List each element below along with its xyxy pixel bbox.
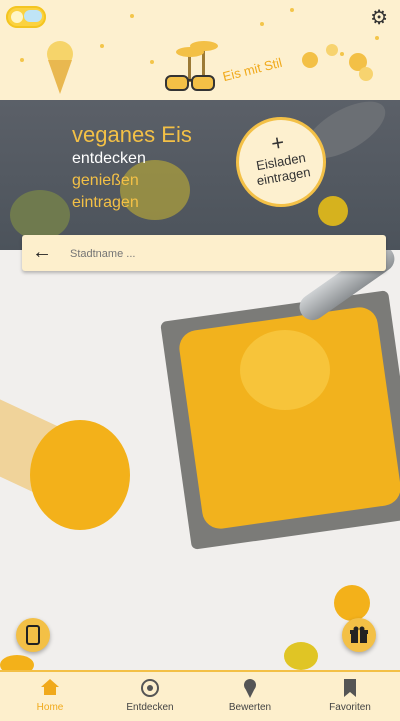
phone-button[interactable] <box>16 618 50 652</box>
hero-line-discover: entdecken <box>72 150 146 167</box>
decor-plant <box>10 190 70 240</box>
hero-title: veganes Eis <box>72 122 192 147</box>
app-header: ⚙ Eis mit Stil <box>0 0 400 100</box>
photo-fruit <box>0 655 34 670</box>
balloons-icon <box>302 44 373 81</box>
gift-icon <box>350 626 368 643</box>
hero-line-enjoy: genießen <box>72 172 139 189</box>
ice-cream-icon <box>200 678 300 698</box>
arrow-left-icon[interactable]: ← <box>32 241 52 263</box>
decor-fruit <box>318 196 348 226</box>
home-icon <box>0 678 100 698</box>
nav-item-label: Home <box>36 702 64 713</box>
phone-icon <box>26 625 40 645</box>
cloud-icon <box>24 10 42 22</box>
target-icon <box>100 678 200 698</box>
confetti-dot <box>100 44 104 48</box>
logo-text: Eis mit Stil <box>221 54 284 85</box>
theme-toggle[interactable] <box>6 6 46 28</box>
nav-item-label: Favoriten <box>329 702 371 713</box>
gift-button[interactable] <box>342 618 376 652</box>
gear-icon[interactable]: ⚙ <box>370 8 388 28</box>
photo-fruit <box>334 585 370 621</box>
confetti-dot <box>150 60 154 64</box>
nav-item-label: Entdecken <box>126 702 174 713</box>
photo-cone-ice <box>30 420 130 530</box>
bottom-nav: Home Entdecken Bewerten Favoriten <box>0 670 400 721</box>
nav-item-home[interactable]: Home <box>0 672 100 721</box>
nav-item-favorites[interactable]: Favoriten <box>300 672 400 721</box>
confetti-dot <box>290 8 294 12</box>
ice-cream-cone-icon <box>47 41 73 94</box>
city-search-bar: ← <box>22 235 386 271</box>
hero-photo <box>0 250 400 670</box>
sun-icon <box>11 11 23 23</box>
confetti-dot <box>20 58 24 62</box>
photo-scoop <box>240 330 330 410</box>
palm-sunglasses-logo-icon <box>165 41 218 91</box>
confetti-dot <box>260 22 264 26</box>
nav-item-label: Bewerten <box>228 702 272 713</box>
nav-item-rate[interactable]: Bewerten <box>200 672 300 721</box>
city-search-input[interactable] <box>68 243 372 265</box>
photo-fruit <box>284 642 318 670</box>
confetti-dot <box>130 14 134 18</box>
nav-item-discover[interactable]: Entdecken <box>100 672 200 721</box>
bookmark-icon <box>300 678 400 698</box>
hero-line-register: eintragen <box>72 194 139 211</box>
hero-banner: veganes Eis entdecken genießen eintragen <box>0 100 400 250</box>
